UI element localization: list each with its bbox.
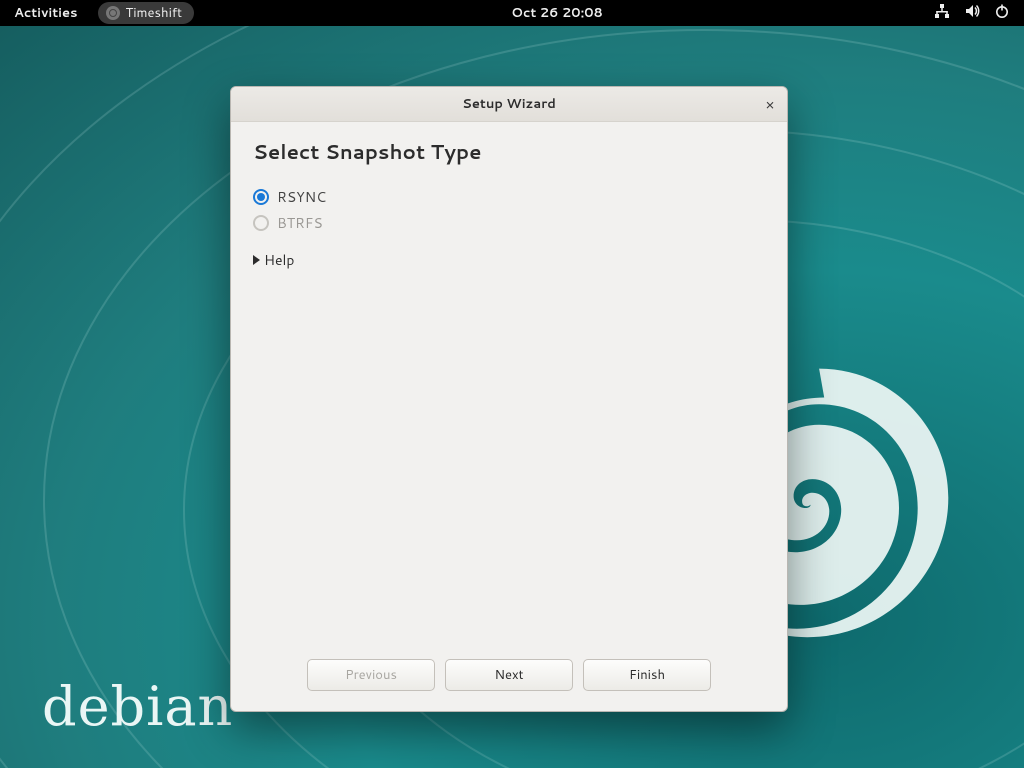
- radio-unchecked-icon: [253, 215, 269, 231]
- app-menu-label: Timeshift: [126, 4, 182, 22]
- dialog-footer: Previous Next Finish: [231, 643, 787, 711]
- radio-label-btrfs: BTRFS: [277, 213, 323, 233]
- help-label: Help: [264, 250, 294, 270]
- timeshift-app-icon: [106, 6, 120, 20]
- close-button[interactable]: ×: [759, 93, 781, 115]
- dialog-titlebar: Setup Wizard ×: [231, 87, 787, 122]
- radio-checked-icon: [253, 189, 269, 205]
- radio-label-rsync: RSYNC: [277, 187, 326, 207]
- dialog-content: Select Snapshot Type RSYNC BTRFS Help: [231, 122, 787, 643]
- gnome-top-bar: Activities Timeshift Oct 26 20:08: [0, 0, 1024, 26]
- power-icon[interactable]: [994, 3, 1010, 24]
- clock[interactable]: Oct 26 20:08: [511, 4, 603, 22]
- volume-icon[interactable]: [964, 3, 980, 24]
- debian-wordmark: debian: [42, 675, 233, 738]
- setup-wizard-dialog: Setup Wizard × Select Snapshot Type RSYN…: [230, 86, 788, 712]
- dialog-title: Setup Wizard: [231, 95, 787, 113]
- expander-triangle-icon: [253, 255, 260, 265]
- finish-button[interactable]: Finish: [583, 659, 711, 691]
- system-tray[interactable]: [920, 3, 1024, 24]
- desktop: Activities Timeshift Oct 26 20:08 debian: [0, 0, 1024, 768]
- snapshot-type-rsync[interactable]: RSYNC: [253, 184, 765, 210]
- close-icon: ×: [765, 94, 775, 115]
- activities-button[interactable]: Activities: [0, 4, 92, 22]
- snapshot-type-btrfs: BTRFS: [253, 210, 765, 236]
- app-menu[interactable]: Timeshift: [98, 2, 194, 24]
- help-expander[interactable]: Help: [253, 250, 765, 270]
- previous-button: Previous: [307, 659, 435, 691]
- page-heading: Select Snapshot Type: [253, 138, 765, 166]
- next-button[interactable]: Next: [445, 659, 573, 691]
- network-icon[interactable]: [934, 3, 950, 24]
